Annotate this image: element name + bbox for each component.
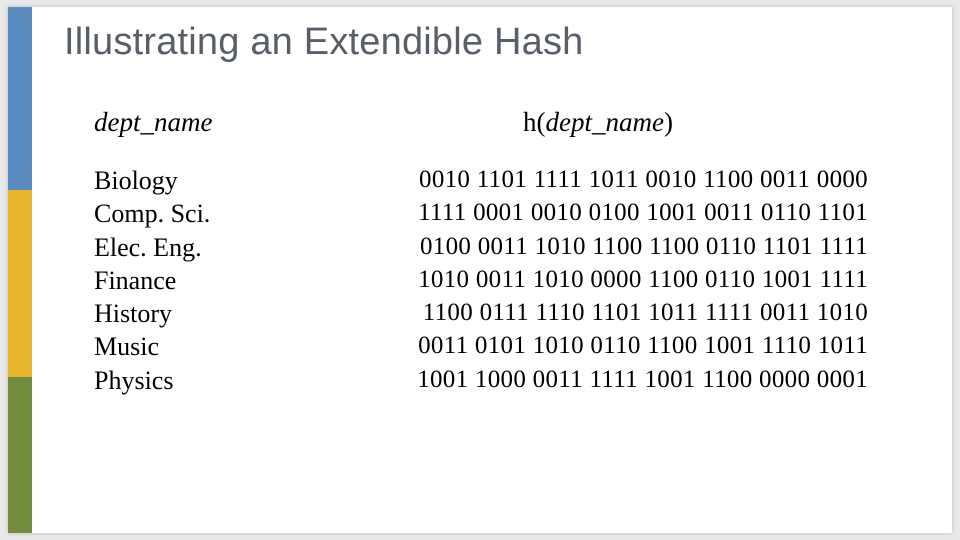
header-hash: h(dept_name): [328, 107, 868, 138]
hash-cell: 0100 0011 1010 1100 1100 0110 1101 1111: [312, 231, 868, 264]
sidebar-green: [8, 377, 32, 533]
header-hash-open: (: [537, 107, 546, 137]
dept-cell: Comp. Sci.: [94, 197, 312, 230]
content-area: dept_name h(dept_name) Biology 0010 1101…: [94, 107, 884, 397]
sidebar-yellow: [8, 190, 32, 377]
header-hash-arg: dept_name: [546, 107, 664, 137]
sidebar-blue: [8, 7, 32, 190]
hash-cell: 0011 0101 1010 0110 1100 1001 1110 1011: [312, 330, 868, 363]
dept-cell: Physics: [94, 364, 312, 397]
dept-cell: Biology: [94, 164, 312, 197]
dept-cell: Music: [94, 330, 312, 363]
table-row: Biology 0010 1101 1111 1011 0010 1100 00…: [94, 164, 884, 197]
header-hash-close: ): [664, 107, 673, 137]
hash-cell: 1010 0011 1010 0000 1100 0110 1001 1111: [312, 264, 868, 297]
hash-cell: 1100 0111 1110 1101 1011 1111 0011 1010: [312, 297, 868, 330]
hash-cell: 0010 1101 1111 1011 0010 1100 0011 0000: [312, 164, 868, 197]
table-header-row: dept_name h(dept_name): [94, 107, 884, 138]
header-hash-fn: h: [523, 107, 537, 137]
header-dept: dept_name: [94, 107, 328, 138]
hash-cell: 1001 1000 0011 1111 1001 1100 0000 0001: [312, 364, 868, 397]
color-sidebar: [8, 7, 32, 533]
dept-cell: Elec. Eng.: [94, 231, 312, 264]
table-row: History 1100 0111 1110 1101 1011 1111 00…: [94, 297, 884, 330]
dept-cell: History: [94, 297, 312, 330]
table-row: Physics 1001 1000 0011 1111 1001 1100 00…: [94, 364, 884, 397]
dept-cell: Finance: [94, 264, 312, 297]
hash-cell: 1111 0001 0010 0100 1001 0011 0110 1101: [312, 197, 868, 230]
slide-title: Illustrating an Extendible Hash: [64, 21, 584, 64]
table-row: Music 0011 0101 1010 0110 1100 1001 1110…: [94, 330, 884, 363]
slide: Illustrating an Extendible Hash dept_nam…: [8, 7, 952, 533]
table-row: Comp. Sci. 1111 0001 0010 0100 1001 0011…: [94, 197, 884, 230]
table-row: Elec. Eng. 0100 0011 1010 1100 1100 0110…: [94, 231, 884, 264]
table-row: Finance 1010 0011 1010 0000 1100 0110 10…: [94, 264, 884, 297]
